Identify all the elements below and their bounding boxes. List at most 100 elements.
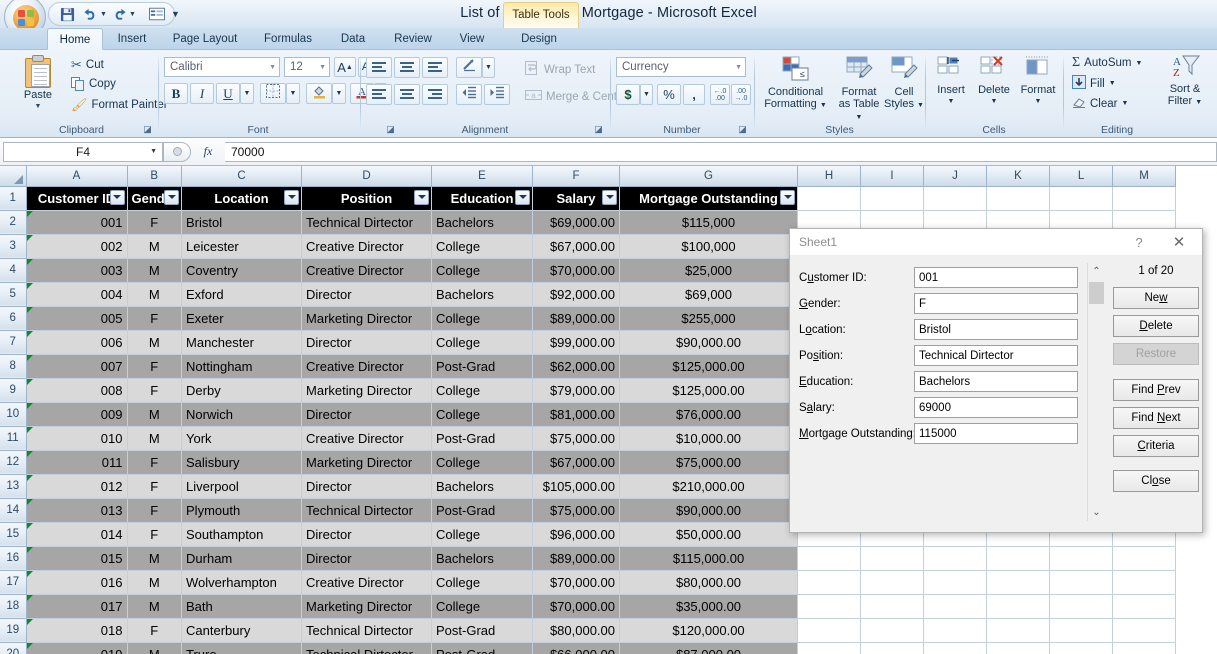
empty-cell[interactable] <box>1049 594 1114 619</box>
column-header-d[interactable]: D <box>301 166 433 187</box>
cell-education[interactable]: College <box>431 378 534 403</box>
row-header-1[interactable]: 1 <box>0 186 27 211</box>
currency-dropdown[interactable]: ▼ <box>640 84 653 105</box>
form-field-input[interactable]: F <box>914 293 1078 314</box>
empty-cell[interactable] <box>797 570 862 595</box>
cell-location[interactable]: Coventry <box>181 258 303 283</box>
column-header-j[interactable]: J <box>923 166 988 187</box>
copy-button[interactable]: Copy <box>68 76 119 92</box>
cell-salary[interactable]: $67,000.00 <box>532 450 621 475</box>
cell-gender[interactable]: F <box>127 210 183 235</box>
column-header-h[interactable]: H <box>797 166 862 187</box>
cell-education[interactable]: Bachelors <box>431 474 534 499</box>
borders-button[interactable] <box>260 83 286 104</box>
empty-cell[interactable] <box>1112 618 1177 643</box>
tab-view[interactable]: View <box>449 28 495 50</box>
form-field-input[interactable]: Bristol <box>914 319 1078 340</box>
cell-education[interactable]: Bachelors <box>431 282 534 307</box>
row-header-10[interactable]: 10 <box>0 402 27 427</box>
cell-id[interactable]: 004 <box>26 282 128 307</box>
insert-cells-button[interactable]: Insert ▼ <box>931 55 971 108</box>
orientation-dropdown[interactable]: ▼ <box>482 57 495 78</box>
empty-cell[interactable] <box>797 594 862 619</box>
form-field-input[interactable]: Bachelors <box>914 371 1078 392</box>
underline-dropdown[interactable]: ▼ <box>240 83 254 104</box>
empty-cell[interactable] <box>797 642 862 654</box>
row-header-13[interactable]: 13 <box>0 474 27 499</box>
column-header-c[interactable]: C <box>181 166 303 187</box>
new-record-button[interactable]: New <box>1113 287 1199 309</box>
row-header-20[interactable]: 20 <box>0 642 27 654</box>
cell-position[interactable]: Technical Dirtector <box>301 210 433 235</box>
delete-record-button[interactable]: Delete <box>1113 315 1199 337</box>
number-dialog-launcher[interactable]: ◪ <box>737 124 748 135</box>
row-header-11[interactable]: 11 <box>0 426 27 451</box>
tab-formulas[interactable]: Formulas <box>253 28 323 50</box>
clipboard-dialog-launcher[interactable]: ◪ <box>142 124 153 135</box>
cell-mortgage[interactable]: $50,000.00 <box>619 522 799 547</box>
cell-mortgage[interactable]: $69,000 <box>619 282 799 307</box>
align-bottom-button[interactable] <box>422 57 448 78</box>
cell-salary[interactable]: $66,000.00 <box>532 642 621 654</box>
cell-mortgage[interactable]: $87,000.00 <box>619 642 799 654</box>
cell-salary[interactable]: $99,000.00 <box>532 330 621 355</box>
cell-position[interactable]: Creative Director <box>301 258 433 283</box>
scroll-up-icon[interactable]: ⌃ <box>1088 263 1105 280</box>
empty-cell[interactable] <box>986 546 1051 571</box>
cell-mortgage[interactable]: $125,000.00 <box>619 354 799 379</box>
cell-education[interactable]: College <box>431 330 534 355</box>
cell-position[interactable]: Technical Dirtector <box>301 618 433 643</box>
row-header-2[interactable]: 2 <box>0 210 27 235</box>
cell-position[interactable]: Director <box>301 546 433 571</box>
cell-education[interactable]: Post-Grad <box>431 618 534 643</box>
formula-input[interactable]: 70000 <box>225 141 1217 162</box>
cell-id[interactable]: 018 <box>26 618 128 643</box>
cell-id[interactable]: 014 <box>26 522 128 547</box>
cell-mortgage[interactable]: $100,000 <box>619 234 799 259</box>
align-left-button[interactable] <box>366 84 392 105</box>
cell-location[interactable]: Leicester <box>181 234 303 259</box>
empty-cell[interactable] <box>1049 546 1114 571</box>
cell-location[interactable]: Exeter <box>181 306 303 331</box>
empty-cell[interactable] <box>1112 570 1177 595</box>
cell-salary[interactable]: $96,000.00 <box>532 522 621 547</box>
cell-salary[interactable]: $62,000.00 <box>532 354 621 379</box>
cell-salary[interactable]: $70,000.00 <box>532 570 621 595</box>
cell-position[interactable]: Marketing Director <box>301 378 433 403</box>
cell-mortgage[interactable]: $255,000 <box>619 306 799 331</box>
cell-gender[interactable]: M <box>127 402 183 427</box>
clear-button[interactable]: Clear ▼ <box>1069 94 1131 113</box>
cell-education[interactable]: Post-Grad <box>431 354 534 379</box>
increase-decimal-button[interactable]: ←.0.00 <box>710 84 730 105</box>
format-as-table-button[interactable]: Format as Table ▼ <box>835 55 883 124</box>
cell-gender[interactable]: M <box>127 426 183 451</box>
empty-cell[interactable] <box>1049 618 1114 643</box>
cell-mortgage[interactable]: $10,000.00 <box>619 426 799 451</box>
percent-format-button[interactable]: % <box>657 84 681 105</box>
row-header-8[interactable]: 8 <box>0 354 27 379</box>
cell-id[interactable]: 015 <box>26 546 128 571</box>
cell-gender[interactable]: F <box>127 618 183 643</box>
cell-salary[interactable]: $67,000.00 <box>532 234 621 259</box>
qat-more-icon[interactable]: ▼ <box>171 9 180 19</box>
cell-mortgage[interactable]: $120,000.00 <box>619 618 799 643</box>
undo-button[interactable] <box>80 4 101 24</box>
cell-id[interactable]: 008 <box>26 378 128 403</box>
empty-cell[interactable] <box>986 594 1051 619</box>
wrap-text-button[interactable]: Wrap Text <box>522 60 598 79</box>
tab-page-layout[interactable]: Page Layout <box>161 28 249 50</box>
cell-education[interactable]: College <box>431 450 534 475</box>
cell-position[interactable]: Marketing Director <box>301 450 433 475</box>
decrease-indent-button[interactable] <box>456 84 482 105</box>
empty-cell[interactable] <box>986 618 1051 643</box>
cell-position[interactable]: Creative Director <box>301 354 433 379</box>
cell-mortgage[interactable]: $35,000.00 <box>619 594 799 619</box>
form-icon[interactable] <box>147 4 168 24</box>
cell-salary[interactable]: $81,000.00 <box>532 402 621 427</box>
cut-button[interactable]: ✂ Cut <box>68 56 107 74</box>
cell-location[interactable]: Liverpool <box>181 474 303 499</box>
cell-education[interactable]: College <box>431 594 534 619</box>
column-header-b[interactable]: B <box>127 166 183 187</box>
column-header-a[interactable]: A <box>26 166 128 187</box>
cell-id[interactable]: 007 <box>26 354 128 379</box>
